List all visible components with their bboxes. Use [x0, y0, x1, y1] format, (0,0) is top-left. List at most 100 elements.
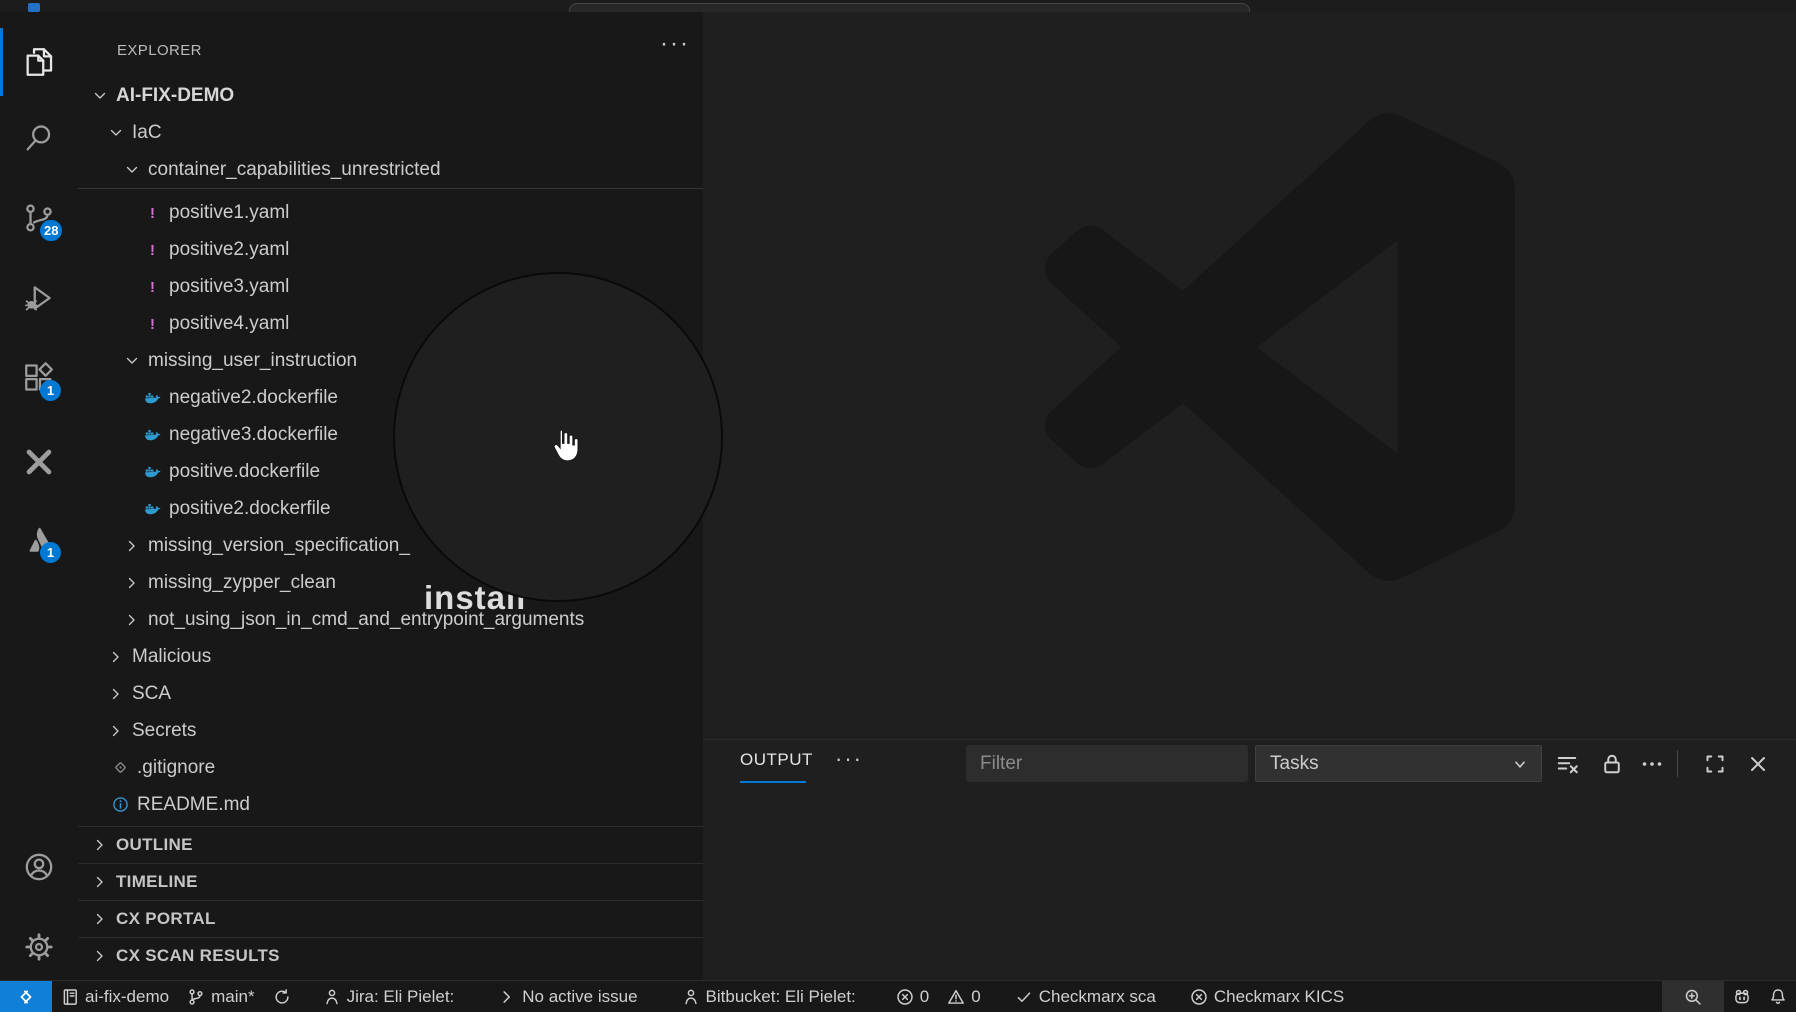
lock-icon[interactable]	[1600, 752, 1624, 776]
yaml-icon: !	[144, 241, 161, 258]
vscode-logo-watermark	[1045, 112, 1515, 582]
docker-icon	[144, 500, 161, 517]
yaml-icon: !	[144, 315, 161, 332]
info-icon	[112, 796, 129, 813]
status-item-errors[interactable]: 0	[887, 981, 938, 1012]
tree-item-label: Secrets	[132, 720, 196, 742]
activitybar-item-accounts[interactable]	[0, 843, 78, 891]
badge: 1	[40, 542, 61, 563]
status-item-copilot[interactable]	[1724, 981, 1760, 1012]
sidebar-section-cx-scan-results[interactable]: CX SCAN RESULTS	[78, 937, 703, 974]
tree-item[interactable]: README.md	[78, 786, 703, 823]
activitybar-item-extensions[interactable]: 1	[0, 354, 78, 402]
status-item-warnings[interactable]: 0	[938, 981, 989, 1012]
activitybar-item-settings[interactable]	[0, 923, 78, 971]
filter-input[interactable]	[966, 745, 1248, 782]
tree-item[interactable]: SCA	[78, 675, 703, 712]
status-item-label: Checkmarx KICS	[1214, 987, 1344, 1007]
tree-item[interactable]: IaC	[78, 114, 703, 151]
tree-item-label: .gitignore	[137, 757, 215, 779]
badge: 28	[40, 220, 62, 241]
activitybar-item-checkmarx[interactable]	[0, 438, 78, 486]
account-icon	[22, 850, 56, 884]
status-item-branch[interactable]: main*	[178, 981, 263, 1012]
editor-area	[703, 12, 1796, 739]
tree-item[interactable]: .gitignore	[78, 749, 703, 786]
status-item-zoom[interactable]	[1662, 981, 1724, 1012]
chevron-right-icon	[108, 686, 124, 702]
chevron-right-icon	[92, 837, 108, 853]
remote-icon	[17, 988, 35, 1006]
chevron-right-icon	[124, 538, 140, 554]
check-icon	[1015, 988, 1033, 1006]
sidebar-section-timeline[interactable]: TIMELINE	[78, 863, 703, 900]
more-icon[interactable]	[1640, 752, 1664, 776]
section-label: OUTLINE	[116, 835, 193, 855]
status-bar-right	[1662, 981, 1796, 1012]
active-tab-underline	[740, 781, 806, 783]
chevron-right-icon	[92, 874, 108, 890]
sidebar-section-outline[interactable]: OUTLINE	[78, 826, 703, 863]
status-item-jira[interactable]: Jira: Eli Pielet:	[314, 981, 464, 1012]
status-item-repo[interactable]: ai-fix-demo	[52, 981, 178, 1012]
status-item-checkmarx-sca[interactable]: Checkmarx sca	[1006, 981, 1165, 1012]
divider	[1677, 750, 1678, 777]
sync-icon	[273, 988, 291, 1006]
status-bar: ai-fix-demo main* Jira: Eli Pielet: No acti…	[0, 980, 1796, 1012]
active-indicator	[0, 28, 3, 96]
close-icon[interactable]	[1746, 752, 1770, 776]
panel-more-icon[interactable]: ···	[831, 746, 867, 776]
tree-item[interactable]: Malicious	[78, 638, 703, 675]
maximize-icon[interactable]	[1703, 752, 1727, 776]
tree-item[interactable]: AI-FIX-DEMO	[78, 77, 703, 114]
badge: 1	[40, 380, 61, 401]
copilot-icon	[1733, 988, 1751, 1006]
tree-item[interactable]: Secrets	[78, 712, 703, 749]
tab-output[interactable]: OUTPUT	[740, 750, 813, 780]
tree-item-label: positive1.yaml	[169, 202, 289, 224]
activitybar-item-source-control[interactable]: 28	[0, 194, 78, 242]
tree-item[interactable]: container_capabilities_unrestricted	[78, 151, 703, 188]
chevron-down-icon	[92, 88, 108, 104]
activitybar-item-explorer[interactable]	[0, 38, 78, 86]
activitybar-item-atlassian[interactable]: 1	[0, 516, 78, 564]
tasks-dropdown[interactable]: Tasks	[1255, 745, 1542, 782]
tree-item-label: missing_user_instruction	[148, 350, 357, 372]
tree-item-label: IaC	[132, 122, 162, 144]
person-icon	[323, 988, 341, 1006]
zoom-in-icon	[1684, 988, 1702, 1006]
tree-item[interactable]: ! positive2.yaml	[78, 231, 703, 268]
status-item-remote[interactable]	[0, 981, 52, 1012]
files-icon	[22, 45, 56, 79]
tree-item-label: positive2.dockerfile	[169, 498, 331, 520]
activitybar-item-run-and-debug[interactable]	[0, 274, 78, 322]
status-item-bitbucket[interactable]: Bitbucket: Eli Pielet:	[673, 981, 865, 1012]
activitybar-item-search[interactable]	[0, 114, 78, 162]
tree-item[interactable]: not_using_json_in_cmd_and_entrypoint_arg…	[78, 601, 703, 638]
tree-item-label: README.md	[137, 794, 250, 816]
app-icon	[28, 3, 40, 12]
explorer-title: EXPLORER	[117, 42, 202, 59]
status-item-sync[interactable]	[264, 981, 300, 1012]
status-item-checkmarx-kics[interactable]: Checkmarx KICS	[1181, 981, 1353, 1012]
tree-item-label: missing_zypper_clean	[148, 572, 336, 594]
status-item-label: ai-fix-demo	[85, 987, 169, 1007]
status-item-notifications[interactable]	[1760, 981, 1796, 1012]
command-center-search[interactable]	[569, 3, 1250, 12]
status-item-label: Jira: Eli Pielet:	[347, 987, 455, 1007]
sidebar-section-cx-portal[interactable]: CX PORTAL	[78, 900, 703, 937]
error-icon	[1190, 988, 1208, 1006]
more-actions-icon[interactable]: ···	[658, 30, 692, 58]
status-item-active-issue[interactable]: No active issue	[489, 981, 646, 1012]
panel-header: OUTPUT ··· Tasks	[703, 740, 1796, 787]
clear-output-icon[interactable]	[1555, 752, 1579, 776]
tree-item[interactable]: !positive1.yaml	[78, 194, 703, 231]
tree-item-label: AI-FIX-DEMO	[116, 85, 234, 107]
chevron-right-icon	[124, 612, 140, 628]
chevron-right-icon	[108, 649, 124, 665]
tree-item-label: missing_version_specification_	[148, 535, 410, 557]
section-label: TIMELINE	[116, 872, 198, 892]
svg-text:!: !	[150, 243, 155, 258]
tree-item-label: positive2.yaml	[169, 239, 289, 261]
chevron-down-icon	[108, 125, 124, 141]
